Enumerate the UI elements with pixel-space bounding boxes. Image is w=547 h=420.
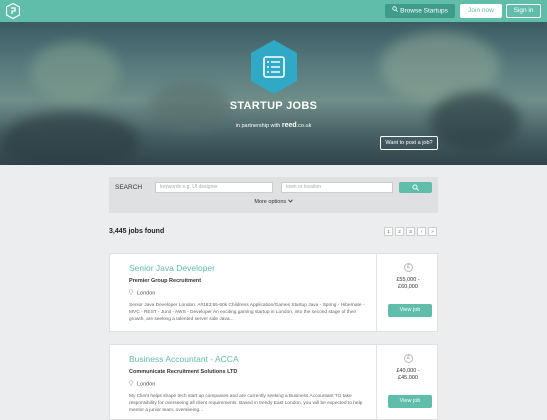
job-title-link[interactable]: Senior Java Developer [129, 263, 215, 273]
page-1-button[interactable]: 1 [384, 227, 393, 236]
search-label: SEARCH [115, 184, 143, 191]
location-text: London [137, 381, 156, 388]
job-location: London [129, 380, 155, 388]
job-location: London [129, 289, 155, 297]
job-card: Senior Java Developer Premier Group Recr… [109, 253, 438, 332]
browse-startups-button[interactable]: Browse Startups [385, 4, 455, 18]
salary-range: £55,000 - £60,000 [380, 277, 436, 291]
card-divider [376, 254, 377, 331]
search-panel: SEARCH keywords e.g. UI designer town or… [109, 177, 438, 213]
keyword-input[interactable]: keywords e.g. UI designer [155, 182, 273, 193]
card-divider [376, 345, 377, 419]
salary-to: £45,000 [398, 375, 418, 381]
hero-banner: STARTUP JOBS in partnership with reed.co… [0, 22, 547, 165]
more-options-toggle[interactable]: More options [109, 199, 438, 205]
logo-icon[interactable] [5, 2, 21, 20]
search-button[interactable] [399, 182, 432, 193]
search-icon [392, 4, 399, 18]
salary-to: £60,000 [398, 284, 418, 290]
job-card: Business Accountant - ACCA Communicate R… [109, 344, 438, 420]
more-options-label: More options [254, 199, 287, 205]
location-input[interactable]: town or location [281, 182, 393, 193]
salary-from: £40,000 - [396, 368, 420, 374]
post-job-button[interactable]: Want to post a job? [380, 136, 438, 150]
search-icon [412, 184, 419, 191]
salary-range: £40,000 - £45,000 [380, 368, 436, 382]
top-nav: Browse Startups Join now Sign in [0, 0, 547, 22]
company-name: Communicate Recruitment Solutions LTD [129, 369, 238, 375]
browse-startups-label: Browse Startups [400, 7, 448, 15]
location-text: London [137, 290, 156, 297]
map-pin-icon [129, 380, 133, 388]
partnership-line: in partnership with reed.co.uk [0, 122, 547, 129]
sign-in-button[interactable]: Sign in [506, 4, 541, 18]
job-description: My Client helps shape tech start up comp… [129, 394, 363, 413]
page-2-button[interactable]: 2 [395, 227, 404, 236]
page-title: STARTUP JOBS [229, 100, 318, 112]
reed-logo: reed [281, 122, 297, 129]
partner-prefix: in partnership with [235, 123, 281, 129]
view-job-button[interactable]: View job [388, 395, 432, 408]
jobs-count: 3,445 jobs found [109, 228, 165, 235]
salary-from: £55,000 - [396, 277, 420, 283]
view-job-button[interactable]: View job [388, 304, 432, 317]
chevron-down-icon [287, 199, 293, 205]
job-description: Senior Java Developer London. A#163;55-6… [129, 303, 365, 322]
page-3-button[interactable]: 3 [406, 227, 415, 236]
last-page-button[interactable]: » [428, 227, 437, 236]
company-name: Premier Group Recruitment [129, 278, 202, 284]
currency-icon: £ [404, 354, 413, 363]
currency-icon: £ [404, 263, 413, 272]
job-list-icon [249, 39, 299, 95]
partner-suffix: .co.uk [296, 123, 312, 129]
next-page-button[interactable]: › [417, 227, 426, 236]
join-now-button[interactable]: Join now [460, 4, 502, 18]
job-title-link[interactable]: Business Accountant - ACCA [129, 354, 239, 364]
map-pin-icon [129, 289, 133, 297]
